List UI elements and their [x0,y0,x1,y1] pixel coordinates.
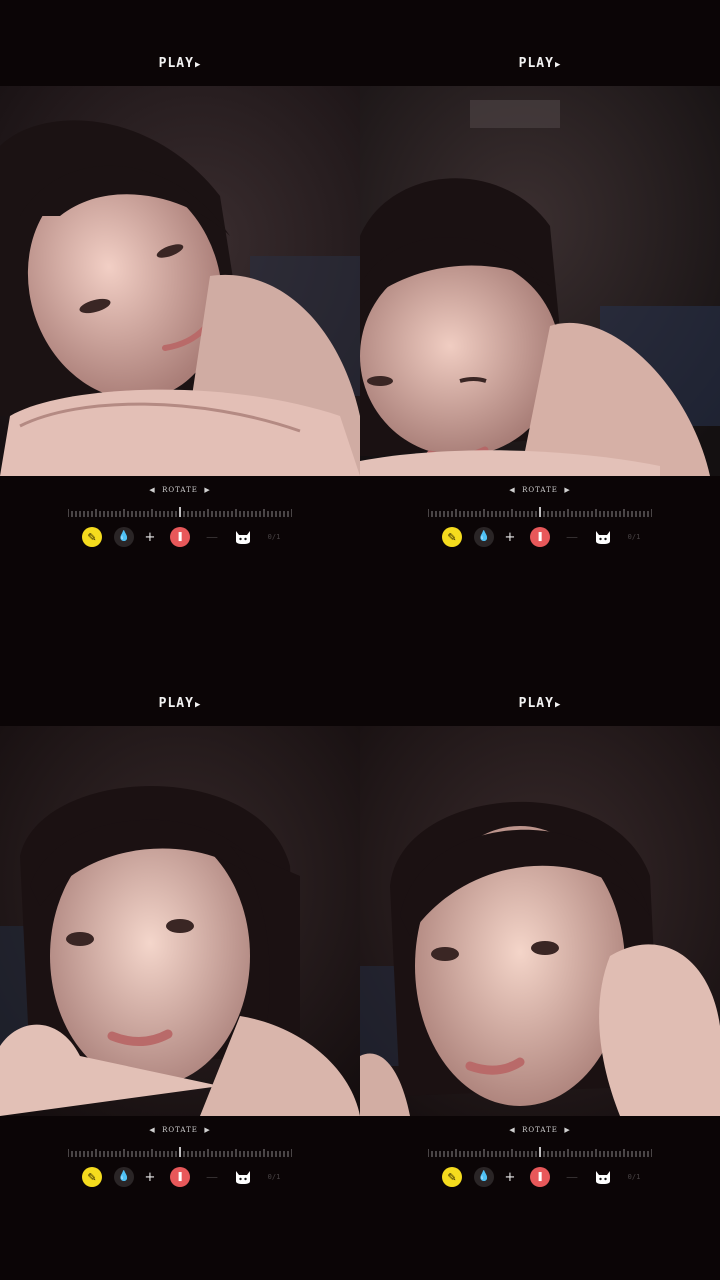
pencil-button[interactable]: ✎ [82,1167,102,1187]
cat-icon [596,1171,610,1184]
pencil-icon: ✎ [87,1170,97,1184]
camera-controls: ◀ ROTATE ▶ ✎ 💧 + ❚ — 0/1 [0,476,360,556]
plus-icon: + [504,1169,516,1185]
plus-icon: + [144,1169,156,1185]
drop-button[interactable]: 💧 [474,527,494,547]
record-icon: ❚ [176,1171,184,1182]
aux-button[interactable]: 0/1 [623,1167,645,1187]
plus-icon: + [144,529,156,545]
rotate-label[interactable]: ◀ ROTATE ▶ [0,486,360,494]
aux-button[interactable]: 0/1 [623,527,645,547]
cat-icon [236,1171,250,1184]
cat-icon [236,531,250,544]
rotate-label[interactable]: ◀ ROTATE ▶ [360,1126,720,1134]
plus-button[interactable]: + [142,527,158,547]
minus-icon: — [566,530,578,544]
video-frame-4: PLAY▶ ◀ ROTATE ▶ ✎ 💧 + ❚ — 0/1 [360,640,720,1280]
video-frame-3: PLAY▶ ◀ ROTATE ▶ ✎ 💧 + ❚ — 0/1 [0,640,360,1280]
record-button[interactable]: ❚ [530,527,550,547]
cat-icon [596,531,610,544]
drop-button[interactable]: 💧 [474,1167,494,1187]
chevron-left-icon: ◀ [509,1126,516,1134]
pencil-button[interactable]: ✎ [442,1167,462,1187]
chevron-left-icon: ◀ [149,486,156,494]
minus-button[interactable]: — [204,1167,220,1187]
cat-button[interactable] [233,1167,253,1187]
chevron-right-icon: ▶ [564,486,571,494]
chevron-right-icon: ▶ [204,486,211,494]
rotation-ruler[interactable] [68,1147,292,1157]
video-frame-1: PLAY▶ ◀ ROTATE ▶ ✎ 💧 + ❚ — 0/1 [0,0,360,640]
selfie-photo [0,86,360,476]
selfie-photo [360,726,720,1116]
camera-controls: ◀ ROTATE ▶ ✎ 💧 + ❚ — 0/1 [360,476,720,556]
minus-icon: — [206,530,218,544]
play-label[interactable]: PLAY▶ [360,696,720,711]
cat-button[interactable] [593,527,613,547]
drop-icon: 💧 [117,1171,131,1182]
drop-button[interactable]: 💧 [114,1167,134,1187]
video-frame-2: PLAY▶ ◀ ROTATE ▶ ✎ 💧 + ❚ — 0/1 [360,0,720,640]
record-button[interactable]: ❚ [170,1167,190,1187]
play-label[interactable]: PLAY▶ [360,56,720,71]
chevron-left-icon: ◀ [149,1126,156,1134]
plus-button[interactable]: + [502,1167,518,1187]
drop-icon: 💧 [477,531,491,542]
play-label[interactable]: PLAY▶ [0,56,360,71]
pencil-icon: ✎ [447,1170,457,1184]
play-triangle-icon: ▶ [554,700,562,710]
rotation-ruler[interactable] [68,507,292,517]
drop-icon: 💧 [477,1171,491,1182]
play-triangle-icon: ▶ [194,700,202,710]
camera-controls: ◀ ROTATE ▶ ✎ 💧 + ❚ — 0/1 [360,1116,720,1196]
pencil-button[interactable]: ✎ [442,527,462,547]
record-icon: ❚ [176,531,184,542]
camera-controls: ◀ ROTATE ▶ ✎ 💧 + ❚ — 0/1 [0,1116,360,1196]
rotate-label[interactable]: ◀ ROTATE ▶ [360,486,720,494]
minus-button[interactable]: — [564,1167,580,1187]
record-button[interactable]: ❚ [170,527,190,547]
pencil-icon: ✎ [87,530,97,544]
play-triangle-icon: ▶ [554,60,562,70]
record-icon: ❚ [536,531,544,542]
minus-icon: — [206,1170,218,1184]
plus-button[interactable]: + [142,1167,158,1187]
selfie-photo [0,726,360,1116]
play-triangle-icon: ▶ [194,60,202,70]
plus-button[interactable]: + [502,527,518,547]
selfie-photo [360,86,720,476]
drop-icon: 💧 [117,531,131,542]
rotation-ruler[interactable] [428,507,652,517]
record-button[interactable]: ❚ [530,1167,550,1187]
chevron-right-icon: ▶ [564,1126,571,1134]
drop-button[interactable]: 💧 [114,527,134,547]
minus-button[interactable]: — [564,527,580,547]
record-icon: ❚ [536,1171,544,1182]
pencil-button[interactable]: ✎ [82,527,102,547]
aux-button[interactable]: 0/1 [263,1167,285,1187]
aux-button[interactable]: 0/1 [263,527,285,547]
minus-icon: — [566,1170,578,1184]
chevron-left-icon: ◀ [509,486,516,494]
minus-button[interactable]: — [204,527,220,547]
chevron-right-icon: ▶ [204,1126,211,1134]
pencil-icon: ✎ [447,530,457,544]
play-label[interactable]: PLAY▶ [0,696,360,711]
cat-button[interactable] [593,1167,613,1187]
cat-button[interactable] [233,527,253,547]
rotation-ruler[interactable] [428,1147,652,1157]
rotate-label[interactable]: ◀ ROTATE ▶ [0,1126,360,1134]
plus-icon: + [504,529,516,545]
